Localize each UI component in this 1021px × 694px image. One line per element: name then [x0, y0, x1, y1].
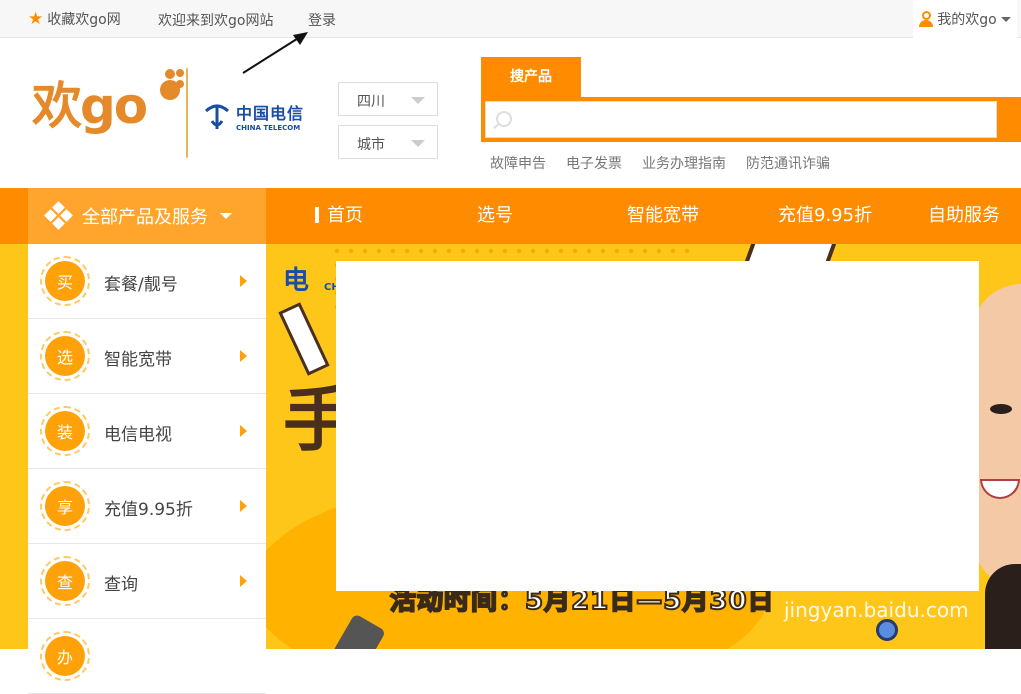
search-box: [481, 97, 1021, 142]
install-icon: 装: [40, 406, 90, 456]
user-icon: [919, 11, 934, 27]
nav-self-service[interactable]: 自助服务: [928, 188, 1000, 244]
ball-illustration: [876, 619, 898, 641]
choose-icon: 选: [40, 331, 90, 381]
category-menu: 买 套餐/靓号 选 智能宽带 装 电信电视 享 充值9.95折 查 查询 办: [28, 244, 266, 694]
search-button[interactable]: [997, 101, 1021, 138]
telecom-name-en: CHINA TELECOM: [236, 124, 301, 132]
hot-links: 故障申告 电子发票 业务办理指南 防范通讯诈骗: [490, 153, 830, 173]
telecom-name-cn: 中国电信: [236, 104, 305, 123]
nav-home-label: 首页: [327, 205, 363, 226]
chevron-down-icon: [411, 97, 425, 104]
search-tab-products[interactable]: 搜产品: [481, 57, 581, 97]
chevron-right-icon: [240, 275, 247, 287]
nav-recharge[interactable]: 充值9.95折: [778, 188, 872, 244]
watermark-url: jingyan.baidu.com: [784, 598, 969, 622]
category-item-recharge[interactable]: 享 充值9.95折: [28, 469, 266, 544]
category-label: 电信电视: [104, 425, 172, 445]
search-input[interactable]: [485, 101, 997, 138]
hot-link-e-invoice[interactable]: 电子发票: [566, 153, 622, 173]
enjoy-icon: 享: [40, 481, 90, 531]
chevron-right-icon: [240, 575, 247, 587]
chevron-down-icon: [411, 140, 425, 147]
category-item-broadband[interactable]: 选 智能宽带: [28, 319, 266, 394]
chevron-down-icon: [1000, 16, 1011, 22]
active-indicator: [315, 207, 319, 223]
hot-link-anti-fraud[interactable]: 防范通讯诈骗: [746, 153, 830, 173]
logo-wordmark: 欢go: [32, 77, 148, 135]
search-icon: [496, 111, 512, 127]
category-label: 智能宽带: [104, 350, 172, 370]
query-icon: 查: [40, 556, 90, 606]
favorite-link[interactable]: ★ 收藏欢go网: [28, 9, 121, 29]
category-label: 套餐/靓号: [104, 275, 178, 295]
banner-telecom-mark: 电: [283, 266, 310, 296]
china-telecom-logo: 中国电信 CHINA TELECOM: [202, 100, 304, 132]
telecom-mark-icon: [204, 104, 230, 129]
watermark-text: Baidu经验: [785, 558, 942, 593]
all-products-button[interactable]: 全部产品及服务: [28, 188, 266, 244]
logo-divider: [186, 68, 188, 158]
buy-icon: 买: [40, 256, 90, 306]
chevron-right-icon: [240, 425, 247, 437]
province-select[interactable]: 四川: [338, 82, 438, 116]
model-hair: [985, 564, 1021, 649]
hot-link-fault-report[interactable]: 故障申告: [490, 153, 546, 173]
category-item-tv[interactable]: 装 电信电视: [28, 394, 266, 469]
welcome-text: 欢迎来到欢go网站: [158, 13, 274, 29]
nav-home[interactable]: 首页: [315, 188, 363, 244]
chevron-right-icon: [240, 500, 247, 512]
hot-link-service-guide[interactable]: 业务办理指南: [642, 153, 726, 173]
favorite-label: 收藏欢go网: [47, 12, 121, 28]
category-label: 充值9.95折: [104, 500, 193, 520]
diamond-grid-icon: [44, 201, 73, 230]
nav-broadband[interactable]: 智能宽带: [627, 188, 699, 244]
star-icon: ★: [28, 8, 44, 29]
top-utility-bar: ★ 收藏欢go网 欢迎来到欢go网站 登录 我的欢go: [0, 0, 1021, 38]
handle-icon: 办: [40, 631, 90, 681]
my-account-menu[interactable]: 我的欢go: [913, 0, 1017, 38]
login-link[interactable]: 登录: [308, 10, 336, 30]
all-products-label: 全部产品及服务: [82, 207, 208, 228]
city-select[interactable]: 城市: [338, 125, 438, 159]
model-photo: [972, 284, 1021, 594]
my-account-label: 我的欢go: [937, 12, 997, 28]
province-select-value: 四川: [357, 94, 385, 110]
chevron-right-icon: [240, 350, 247, 362]
category-item-partial[interactable]: 办: [28, 619, 266, 694]
model-eye: [990, 404, 1012, 414]
category-label: 查询: [104, 575, 138, 595]
category-item-query[interactable]: 查 查询: [28, 544, 266, 619]
chevron-down-icon: [220, 213, 232, 219]
city-select-value: 城市: [357, 137, 385, 153]
nav-choose-number[interactable]: 选号: [477, 188, 513, 244]
category-item-plans[interactable]: 买 套餐/靓号: [28, 244, 266, 319]
